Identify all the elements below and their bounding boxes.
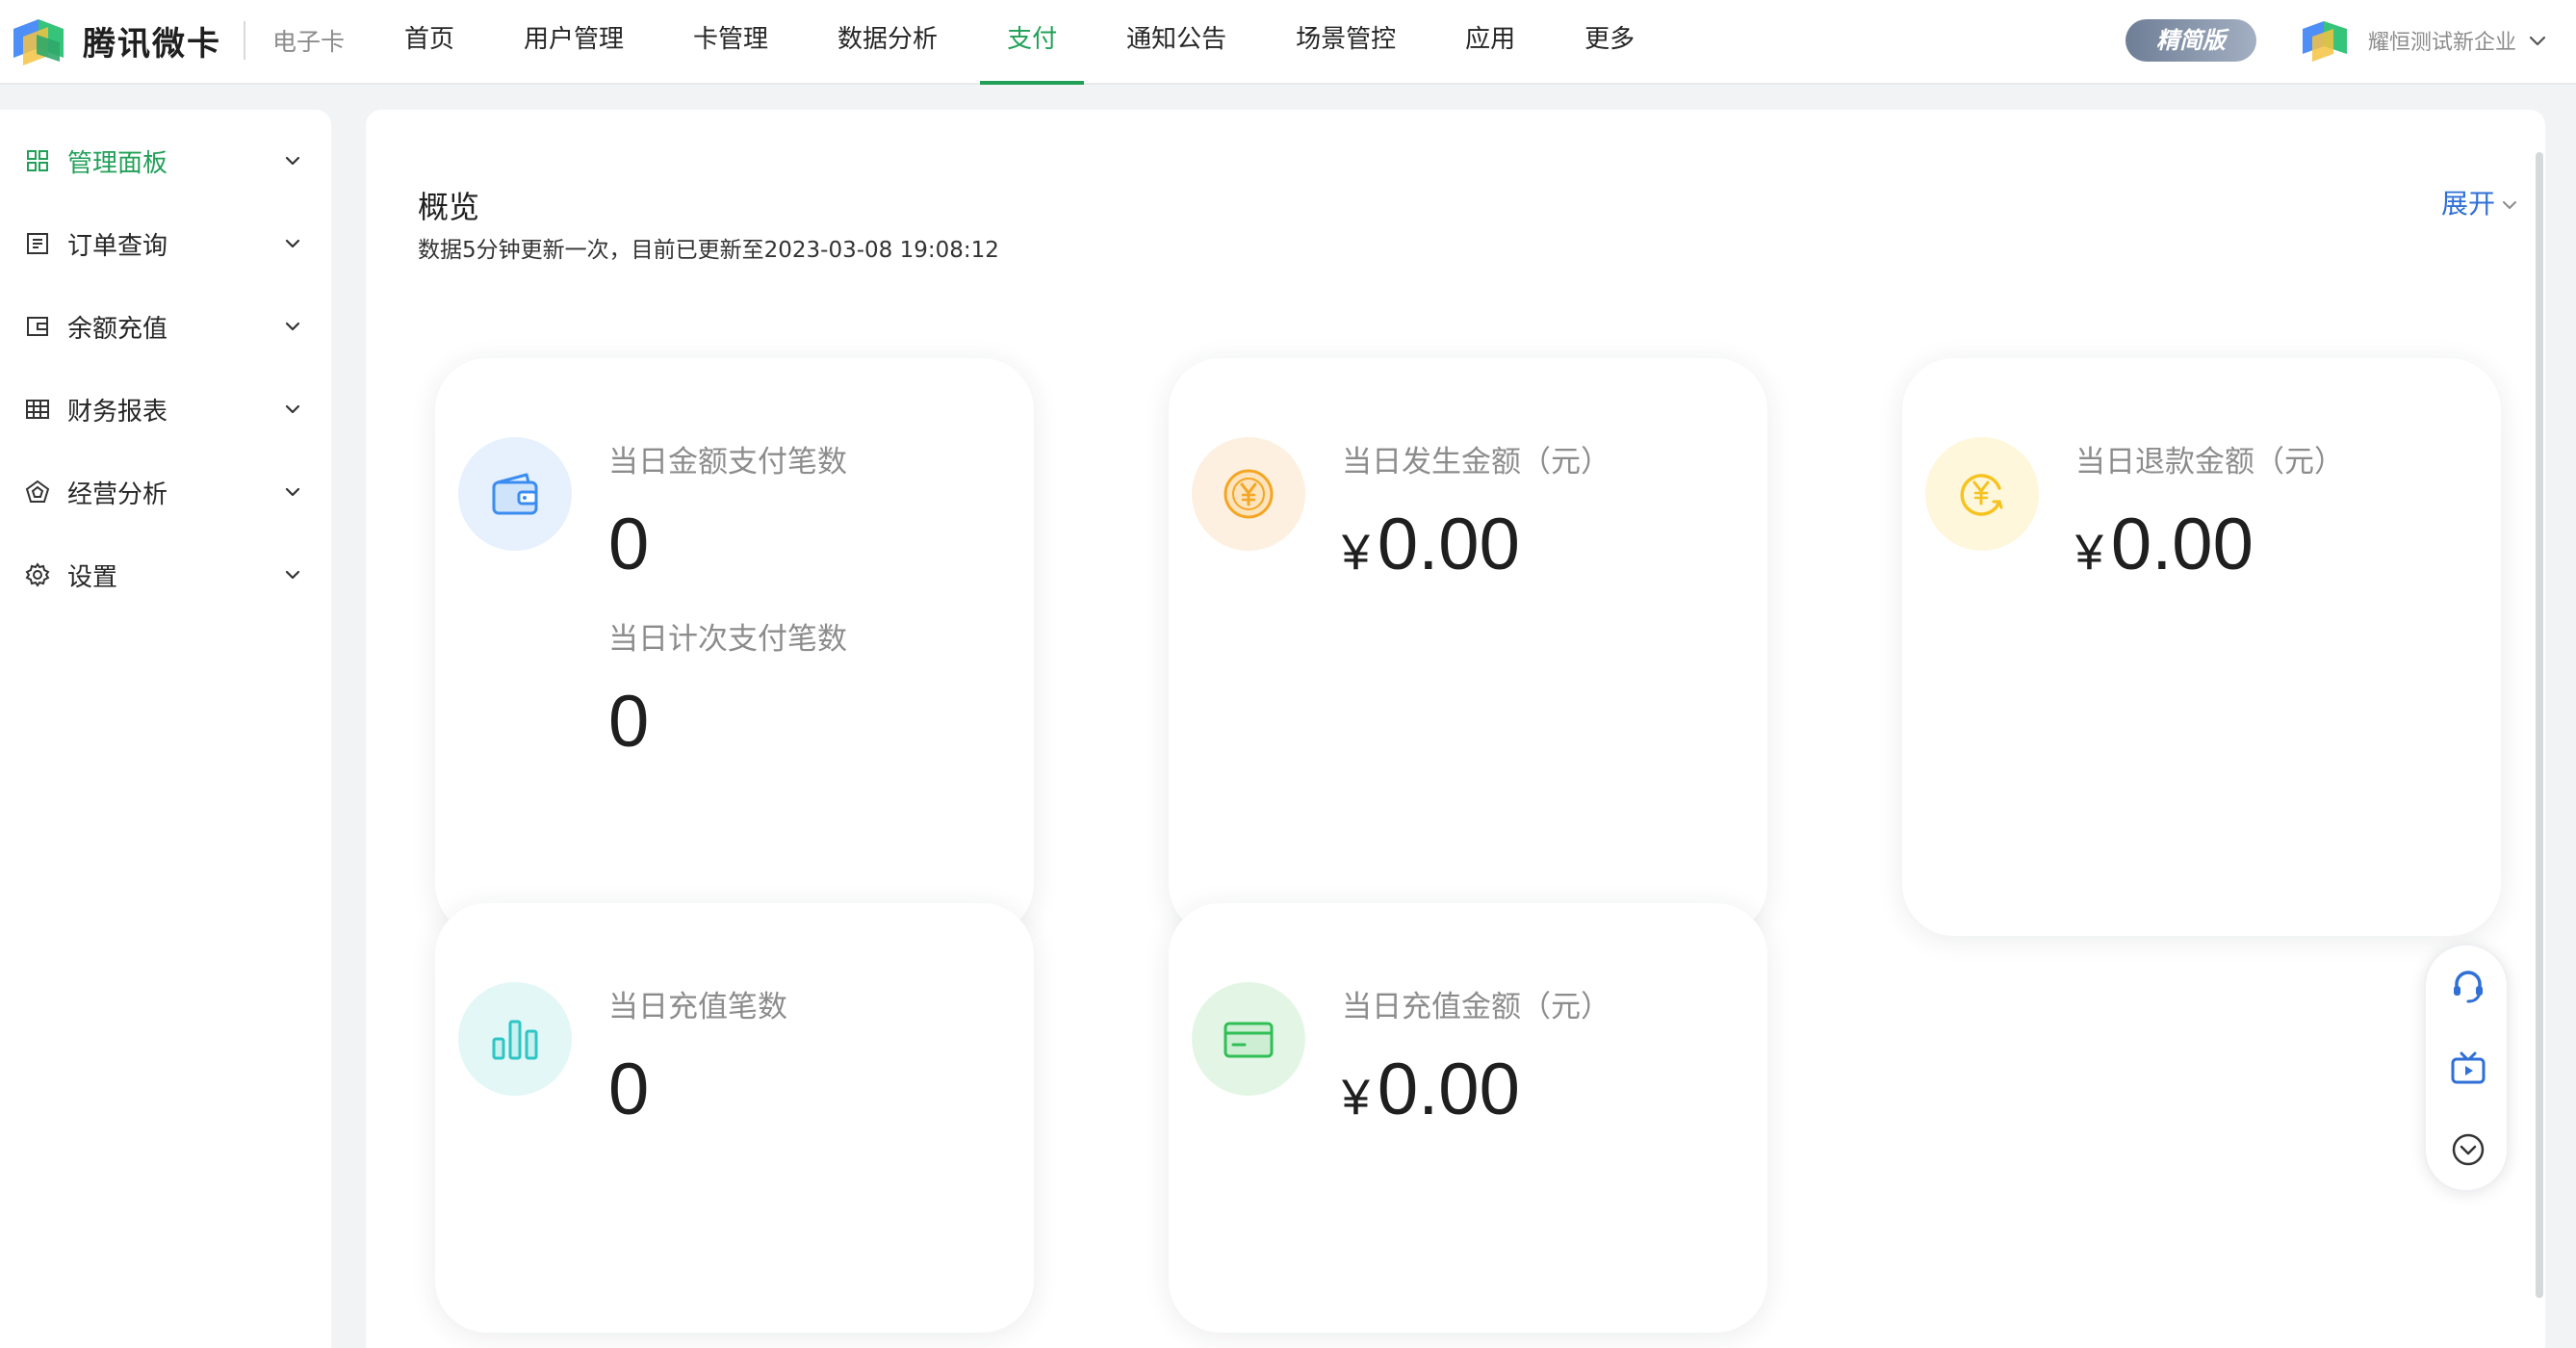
chevron-down-icon: [285, 156, 300, 166]
nav-apps[interactable]: 应用: [1438, 0, 1542, 85]
dashboard-grid-icon: [27, 150, 48, 171]
stat-value: 0: [608, 504, 650, 585]
sidebar-item-label: 经营分析: [67, 480, 168, 509]
expand-button[interactable]: 展开: [2441, 183, 2520, 221]
sidebar: 管理面板 订单查询 余额充值 财务报表 经营分析 设置: [0, 110, 331, 1348]
chevron-down-icon: [285, 487, 300, 497]
floating-help-bar: [2424, 944, 2509, 1192]
stat-card-daily-refund: 当日退款金额（元） ¥ 0.00: [1902, 358, 2501, 936]
update-info: 数据5分钟更新一次，目前已更新至2023-03-08 19:08:12: [418, 238, 999, 263]
yen-coin-icon: [1224, 469, 1274, 519]
customer-service-icon[interactable]: [2447, 965, 2489, 1007]
company-logo-icon: [2303, 21, 2347, 62]
sidebar-item-orders[interactable]: 订单查询: [0, 210, 331, 277]
chevron-down-icon: [285, 322, 300, 331]
stat-label: 当日发生金额（元）: [1342, 445, 1610, 480]
expand-label: 展开: [2441, 188, 2496, 220]
table-icon: [26, 400, 49, 419]
nav-user-management[interactable]: 用户管理: [497, 0, 651, 85]
yen-coin-icon-badge: [1192, 437, 1305, 551]
brand-logo[interactable]: 腾讯微卡: [10, 15, 221, 65]
sidebar-item-label: 余额充值: [67, 314, 168, 344]
scrollbar[interactable]: [2536, 152, 2543, 1298]
nav-home[interactable]: 首页: [377, 0, 481, 85]
stat-label: 当日充值笔数: [608, 990, 787, 1024]
currency-symbol: ¥: [1342, 1070, 1370, 1126]
brand-logo-icon: [13, 19, 64, 65]
card-icon: [1224, 1022, 1274, 1058]
analysis-pentagon-icon: [25, 480, 50, 503]
stat-value: ¥ 0.00: [2075, 503, 2254, 586]
nav-payment[interactable]: 支付: [980, 0, 1085, 85]
edition-badge: 精简版: [2125, 19, 2256, 62]
currency-symbol: ¥: [2075, 525, 2103, 581]
stat-card-recharge-count: 当日充值笔数 0: [435, 903, 1034, 1333]
chevron-down-icon: [285, 570, 300, 580]
stat-card-daily-amount: 当日发生金额（元） ¥ 0.00: [1169, 358, 1767, 936]
stat-label: 当日退款金额（元）: [2075, 445, 2344, 480]
card-icon-badge: [1192, 982, 1305, 1096]
yen-refund-icon: [1960, 474, 2003, 516]
company-switcher[interactable]: 耀恒测试新企业: [2301, 17, 2549, 64]
sidebar-item-finance-report[interactable]: 财务报表: [0, 376, 331, 443]
stat-card-payments: 当日金额支付笔数 0 当日计次支付笔数 0: [435, 358, 1034, 936]
sidebar-item-dashboard[interactable]: 管理面板: [0, 127, 331, 194]
sidebar-item-recharge[interactable]: 余额充值: [0, 293, 331, 360]
bar-chart-icon: [492, 1020, 538, 1060]
chevron-down-icon: [2529, 36, 2546, 46]
sidebar-item-settings[interactable]: 设置: [0, 541, 331, 609]
stat-value: ¥ 0.00: [1342, 1048, 1520, 1131]
stat-card-recharge-amount: 当日充值金额（元） ¥ 0.00: [1169, 903, 1767, 1333]
currency-symbol: ¥: [1342, 525, 1370, 581]
collapse-circle-icon[interactable]: [2447, 1128, 2489, 1171]
nav-scene-control[interactable]: 场景管控: [1269, 0, 1423, 85]
sidebar-item-label: 设置: [67, 562, 118, 592]
sidebar-item-business-analysis[interactable]: 经营分析: [0, 458, 331, 526]
top-bar: 腾讯微卡 电子卡 首页 用户管理 卡管理 数据分析 支付 通知公告 场景管控 应…: [0, 0, 2576, 85]
company-name: 耀恒测试新企业: [2368, 31, 2517, 55]
amount-value: 0.00: [1377, 504, 1520, 585]
chevron-down-icon: [285, 404, 300, 414]
amount-value: 0.00: [1377, 1049, 1520, 1130]
page-title: 概览: [418, 189, 480, 225]
stat-value: ¥ 0.00: [1342, 503, 1520, 586]
wallet-icon: [492, 473, 538, 515]
sidebar-item-label: 财务报表: [67, 397, 168, 427]
chevron-down-icon: [2503, 201, 2517, 209]
nav-data-analysis[interactable]: 数据分析: [811, 0, 965, 85]
product-name: 电子卡: [272, 28, 346, 56]
main-panel: 概览 数据5分钟更新一次，目前已更新至2023-03-08 19:08:12 展…: [366, 110, 2545, 1348]
brand-divider: [244, 21, 245, 60]
wallet-icon: [27, 317, 48, 336]
stat-label: 当日充值金额（元）: [1342, 990, 1610, 1024]
sidebar-item-label: 管理面板: [67, 148, 168, 178]
sidebar-item-label: 订单查询: [67, 231, 168, 261]
nav-card-management[interactable]: 卡管理: [666, 0, 795, 85]
nav-more[interactable]: 更多: [1558, 0, 1662, 85]
stat-value: 0: [608, 1049, 650, 1130]
order-list-icon: [27, 233, 48, 254]
amount-value: 0.00: [2110, 504, 2254, 585]
video-tutorial-icon[interactable]: [2447, 1048, 2489, 1090]
stat-label: 当日金额支付笔数: [608, 445, 847, 480]
stat-value: 0: [608, 681, 650, 763]
yen-refund-icon-badge: [1925, 437, 2039, 551]
bar-chart-icon-badge: [458, 982, 572, 1096]
nav-announcements[interactable]: 通知公告: [1099, 0, 1253, 85]
brand-name: 腾讯微卡: [83, 24, 221, 64]
chevron-down-icon: [285, 239, 300, 248]
gear-icon: [25, 562, 50, 587]
main-nav: 首页 用户管理 卡管理 数据分析 支付 通知公告 场景管控 应用 更多: [377, 0, 1662, 85]
wallet-icon-badge: [458, 437, 572, 551]
stat-label: 当日计次支付笔数: [608, 622, 847, 657]
